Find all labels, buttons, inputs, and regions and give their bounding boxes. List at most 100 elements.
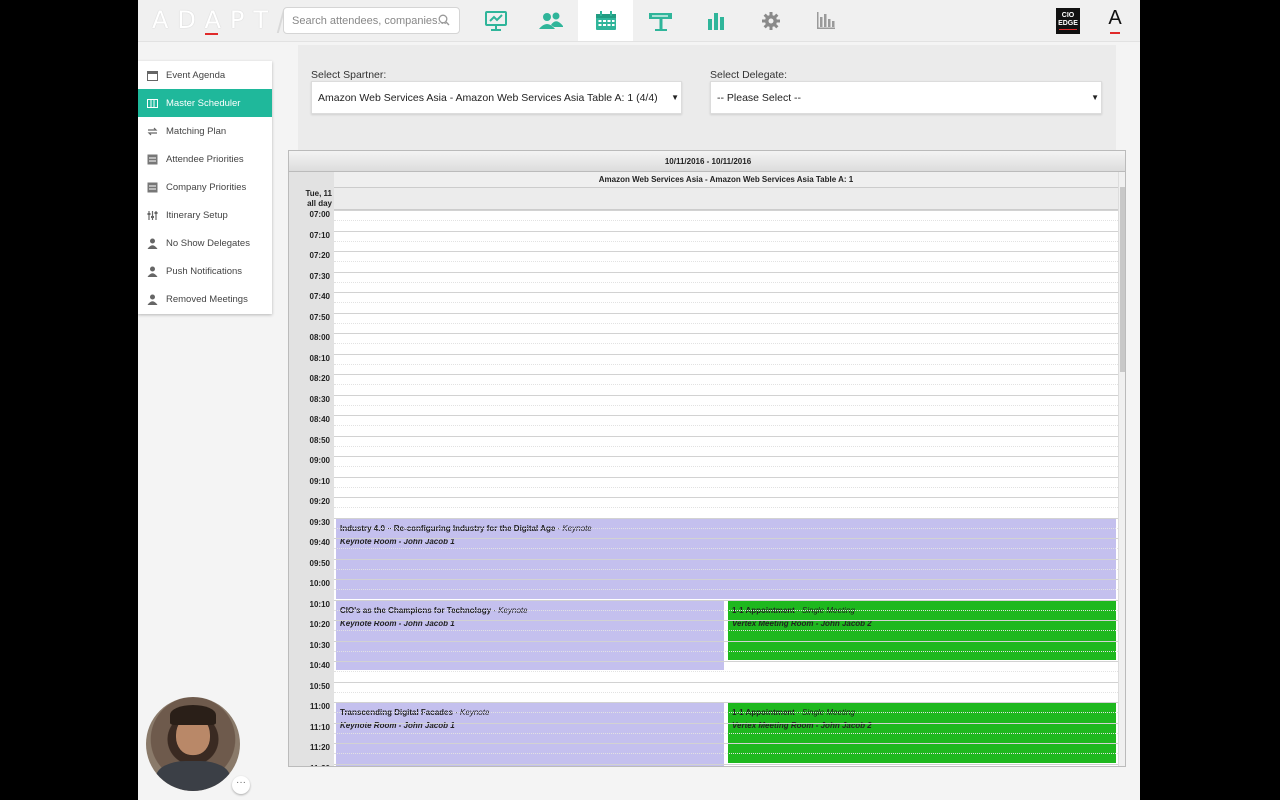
all-day-row[interactable] xyxy=(334,188,1118,210)
sidebar-item-master-scheduler[interactable]: Master Scheduler xyxy=(138,89,272,117)
sidebar-item-removed-meetings[interactable]: Removed Meetings xyxy=(138,285,272,313)
time-gridline-minor xyxy=(334,507,1118,509)
webcam-overlay[interactable] xyxy=(146,697,240,791)
time-label: 07:20 xyxy=(309,251,330,260)
sidebar-item-label: Event Agenda xyxy=(166,69,226,81)
time-gridline xyxy=(334,312,1118,314)
time-label: 10:10 xyxy=(309,599,330,609)
time-label: 09:50 xyxy=(309,558,330,568)
time-gridline-minor xyxy=(334,753,1118,755)
scrollbar-thumb[interactable] xyxy=(1120,187,1125,372)
time-label: 10:00 xyxy=(309,579,330,588)
sidebar-item-attendee-priorities[interactable]: Attendee Priorities xyxy=(138,145,272,173)
sidebar-item-label: Push Notifications xyxy=(166,265,243,277)
time-label: 09:10 xyxy=(309,476,330,486)
time-gridline xyxy=(334,702,1118,703)
spartner-select[interactable]: Amazon Web Services Asia - Amazon Web Se… xyxy=(311,81,682,114)
sidebar-item-push-notifications[interactable]: Push Notifications xyxy=(138,257,272,285)
sidebar-item-label: Attendee Priorities xyxy=(166,153,244,165)
user-brand-logo[interactable]: A xyxy=(1106,7,1124,35)
search-icon[interactable] xyxy=(438,14,450,26)
time-gridline xyxy=(334,517,1118,519)
time-gridline xyxy=(334,538,1118,539)
swap-icon xyxy=(147,126,158,137)
time-gridline-minor xyxy=(334,671,1118,673)
delegate-select[interactable]: -- Please Select -- ▼ xyxy=(710,81,1102,114)
more-options-icon[interactable]: ··· xyxy=(232,776,250,794)
event-room: Keynote Room - John Jacob 1 xyxy=(340,721,455,730)
time-label: 11:20 xyxy=(309,743,330,752)
time-gridline-minor xyxy=(334,589,1118,591)
time-gridline xyxy=(334,661,1118,662)
keynote-event[interactable]: CIO's as the Champions for Technology - … xyxy=(336,600,724,671)
search-input[interactable] xyxy=(283,7,460,34)
cio-edge-logo[interactable]: CIO EDGE xyxy=(1056,8,1080,34)
calendar-scrollbar[interactable] xyxy=(1118,172,1125,766)
time-label: 10:40 xyxy=(309,661,330,670)
time-gridline-minor xyxy=(334,220,1118,222)
time-label: 09:00 xyxy=(309,456,330,465)
adapt-logo[interactable]: ADAPT xyxy=(152,6,277,34)
time-label: 07:40 xyxy=(309,292,330,301)
sidebar-item-label: Company Priorities xyxy=(166,181,247,193)
sliders-icon xyxy=(147,210,158,221)
sidebar-item-matching-plan[interactable]: Matching Plan xyxy=(138,117,272,145)
time-column: Tue, 11 all day xyxy=(289,172,334,766)
time-gridline xyxy=(334,394,1118,396)
delegate-select-value: -- Please Select -- xyxy=(717,91,802,104)
time-gridline-minor xyxy=(334,322,1118,324)
calendar-icon[interactable] xyxy=(578,0,633,41)
person-icon xyxy=(147,294,158,305)
event-room: Vertex Meeting Room - John Jacob 2 xyxy=(732,721,872,730)
time-label: 10:20 xyxy=(309,620,330,629)
time-gridline xyxy=(334,579,1118,580)
webcam-person-body xyxy=(156,761,230,791)
signpost-icon[interactable] xyxy=(633,0,688,41)
time-gridline-minor xyxy=(334,609,1118,611)
time-label: 07:00 xyxy=(309,210,330,219)
time-gridline-minor xyxy=(334,691,1118,693)
time-gridline xyxy=(334,743,1118,744)
time-label: 10:30 xyxy=(309,640,330,650)
sidebar-item-no-show-delegates[interactable]: No Show Delegates xyxy=(138,229,272,257)
attendees-icon[interactable] xyxy=(523,0,578,41)
time-gridline-minor xyxy=(334,568,1118,570)
time-gridline xyxy=(334,292,1118,293)
time-gridline xyxy=(334,333,1118,334)
time-gridline xyxy=(334,497,1118,498)
master-scheduler-calendar: 10/11/2016 - 10/11/2016 Tue, 11 all day … xyxy=(288,150,1126,767)
all-day-label: all day xyxy=(307,199,332,208)
time-label: 08:50 xyxy=(309,435,330,445)
time-label: 11:10 xyxy=(309,722,330,732)
time-gridline-minor xyxy=(334,302,1118,304)
delegate-label: Select Delegate: xyxy=(710,69,788,81)
webcam-person-hair xyxy=(170,705,216,725)
sidebar-item-itinerary-setup[interactable]: Itinerary Setup xyxy=(138,201,272,229)
time-label: 11:00 xyxy=(309,702,330,711)
sidebar-item-label: Removed Meetings xyxy=(166,293,248,305)
time-gridline-minor xyxy=(334,732,1118,734)
time-gridline xyxy=(334,722,1118,724)
time-label: 07:30 xyxy=(309,271,330,281)
bar-chart-icon[interactable] xyxy=(688,0,743,41)
calendar-date-range: 10/11/2016 - 10/11/2016 xyxy=(289,151,1125,172)
dashboard-icon[interactable] xyxy=(468,0,523,41)
time-gridline-minor xyxy=(334,404,1118,406)
time-label: 09:20 xyxy=(309,497,330,506)
time-gridline-minor xyxy=(334,527,1118,529)
event-room: Vertex Meeting Room - John Jacob 2 xyxy=(732,618,872,628)
time-gridline xyxy=(334,558,1118,560)
time-label: 11:30 xyxy=(289,764,330,767)
time-gridline-minor xyxy=(334,425,1118,427)
day-label: Tue, 11 xyxy=(305,189,332,198)
sidebar-item-event-agenda[interactable]: Event Agenda xyxy=(138,61,272,89)
event-room: Keynote Room - John Jacob 1 xyxy=(340,536,455,546)
time-gridline-minor xyxy=(334,240,1118,242)
day-header: Tue, 11 all day xyxy=(289,189,332,209)
grid-icon xyxy=(147,98,158,109)
sidebar-item-company-priorities[interactable]: Company Priorities xyxy=(138,173,272,201)
reports-icon[interactable] xyxy=(798,0,853,41)
time-gridline-minor xyxy=(334,281,1118,283)
time-gridline xyxy=(334,251,1118,252)
gear-icon[interactable] xyxy=(743,0,798,41)
